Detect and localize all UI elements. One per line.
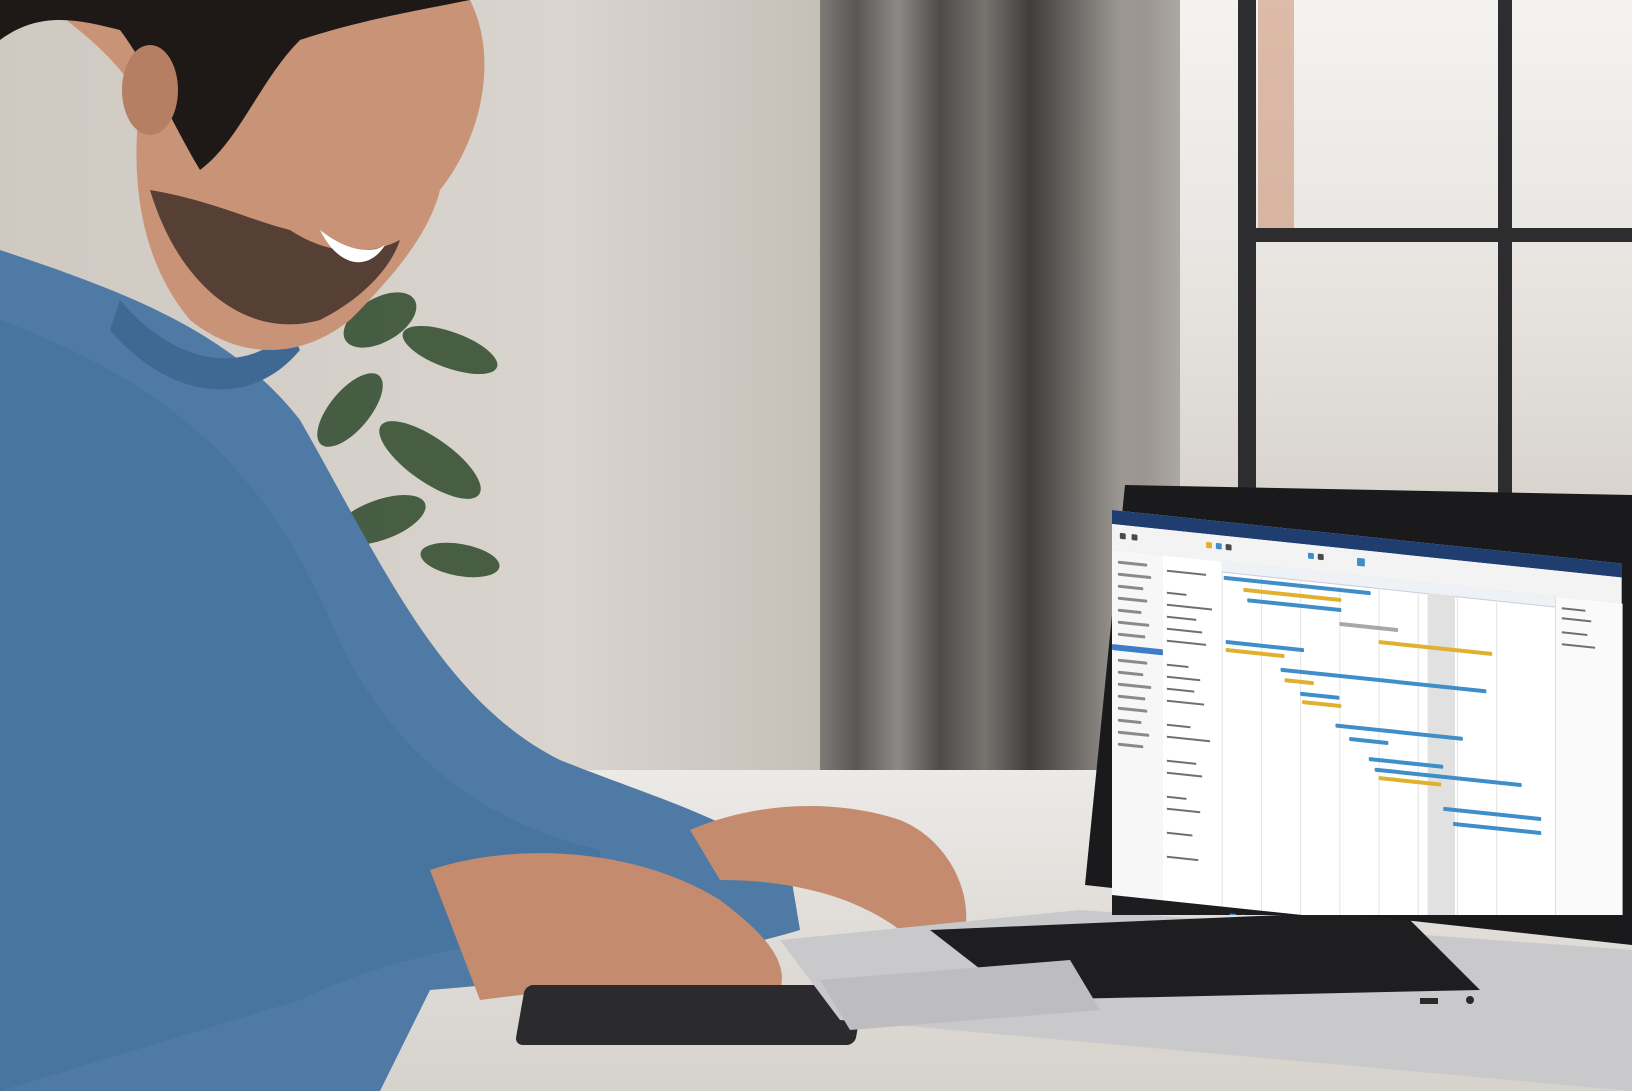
sidebar-item[interactable]: [1117, 560, 1148, 567]
usb-port: [1420, 998, 1438, 1004]
sidebar-item[interactable]: [1117, 742, 1144, 749]
sidebar-item[interactable]: [1117, 658, 1148, 665]
sidebar-item-selected[interactable]: [1112, 644, 1163, 656]
laptop-screen: [1112, 510, 1632, 915]
gantt-bar[interactable]: [1349, 736, 1389, 746]
task-row[interactable]: [1166, 795, 1187, 800]
task-row[interactable]: [1166, 771, 1203, 778]
sidebar-item[interactable]: [1117, 694, 1146, 701]
task-row[interactable]: [1166, 687, 1195, 693]
gantt-bar[interactable]: [1302, 699, 1342, 709]
sidebar-item[interactable]: [1117, 718, 1142, 725]
ear: [122, 45, 178, 135]
project-app-window: [1112, 510, 1623, 915]
sidebar-item[interactable]: [1117, 572, 1152, 580]
task-list: [1162, 555, 1223, 907]
window-frame-vertical-right: [1498, 0, 1512, 500]
toolbar-icon[interactable]: [1225, 543, 1232, 551]
task-row[interactable]: [1166, 855, 1199, 862]
toolbar-icon[interactable]: [1119, 532, 1126, 540]
gantt-bar[interactable]: [1339, 621, 1399, 633]
brick-building: [1258, 0, 1294, 228]
gantt-bar[interactable]: [1225, 647, 1285, 659]
task-row[interactable]: [1166, 603, 1212, 611]
sidebar-item[interactable]: [1117, 620, 1150, 627]
toolbar-icon[interactable]: [1206, 541, 1212, 549]
task-row[interactable]: [1166, 627, 1203, 634]
sidebar-item[interactable]: [1117, 632, 1146, 639]
details-pane: [1554, 596, 1623, 915]
toolbar-icon[interactable]: [1215, 542, 1222, 550]
toolbar-icon[interactable]: [1131, 534, 1138, 541]
task-row[interactable]: [1166, 591, 1187, 596]
task-row[interactable]: [1166, 639, 1207, 646]
taskbar-app-icon[interactable]: [1229, 913, 1237, 915]
task-row[interactable]: [1166, 615, 1197, 621]
audio-jack: [1466, 996, 1474, 1004]
task-row[interactable]: [1166, 699, 1205, 706]
window-frame-horizontal: [1238, 228, 1632, 242]
toolbar-icon[interactable]: [1317, 553, 1324, 561]
task-row[interactable]: [1166, 759, 1197, 765]
task-row[interactable]: [1166, 723, 1191, 729]
sidebar-item[interactable]: [1117, 706, 1148, 713]
gantt-chart: [1221, 561, 1555, 915]
sidebar-item[interactable]: [1117, 596, 1148, 603]
sidebar-item[interactable]: [1117, 730, 1150, 737]
weekend-shading: [1427, 593, 1455, 915]
sidebar-item[interactable]: [1117, 682, 1152, 690]
toolbar-icon[interactable]: [1308, 552, 1314, 560]
toolbar-icon[interactable]: [1357, 557, 1365, 567]
window: [1180, 0, 1632, 500]
task-row[interactable]: [1166, 807, 1201, 814]
sidebar-item[interactable]: [1117, 584, 1144, 591]
gantt-bar[interactable]: [1300, 691, 1340, 700]
task-row[interactable]: [1166, 675, 1201, 682]
sidebar-item[interactable]: [1117, 670, 1144, 677]
task-row[interactable]: [1166, 831, 1193, 837]
task-row[interactable]: [1166, 663, 1189, 669]
task-row[interactable]: [1166, 569, 1207, 576]
navigation-sidebar: [1112, 550, 1164, 901]
sidebar-item[interactable]: [1117, 608, 1142, 615]
task-row[interactable]: [1166, 735, 1210, 743]
window-frame-vertical-left: [1238, 0, 1256, 500]
